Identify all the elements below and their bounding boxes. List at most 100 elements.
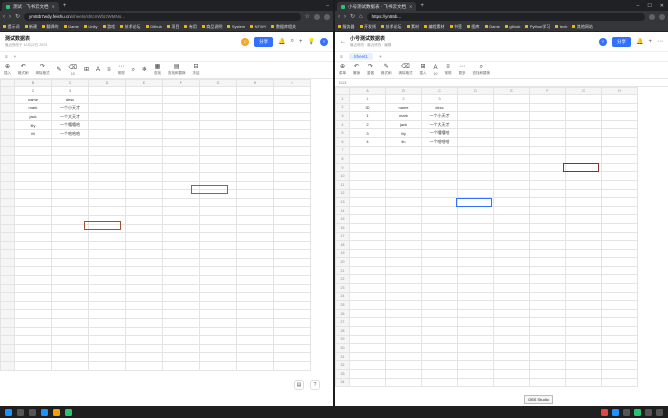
grid-cell[interactable] bbox=[349, 248, 386, 259]
grid-cell[interactable] bbox=[125, 111, 163, 122]
grid-cell[interactable] bbox=[349, 317, 386, 328]
toolbar-button[interactable]: ✎ 格式刷 bbox=[381, 64, 392, 76]
row-header[interactable]: 14 bbox=[335, 205, 350, 216]
grid-cell[interactable]: lin bbox=[385, 136, 422, 147]
grid-cell[interactable] bbox=[601, 291, 638, 302]
grid-cell[interactable] bbox=[199, 249, 237, 259]
grid-cell[interactable] bbox=[601, 162, 638, 173]
grid-cell[interactable] bbox=[457, 317, 494, 328]
grid-cell[interactable] bbox=[565, 308, 602, 319]
grid-cell[interactable] bbox=[529, 222, 566, 233]
share-button[interactable]: 分享 bbox=[612, 36, 631, 47]
task-view-icon[interactable] bbox=[29, 408, 36, 416]
grid-cell[interactable] bbox=[349, 171, 386, 181]
grid-cell[interactable] bbox=[529, 291, 566, 302]
grid-cell[interactable] bbox=[14, 283, 52, 294]
bookmark-item[interactable]: 编程素材 bbox=[424, 24, 445, 30]
grid-cell[interactable] bbox=[199, 128, 237, 139]
grid-cell[interactable] bbox=[493, 197, 530, 207]
grid-cell[interactable] bbox=[493, 205, 530, 216]
grid-cell[interactable] bbox=[125, 292, 163, 302]
grid-cell[interactable] bbox=[457, 111, 494, 121]
row-header[interactable]: 6 bbox=[335, 136, 350, 147]
grid-cell[interactable] bbox=[51, 283, 89, 294]
user-avatar[interactable]: Y bbox=[320, 37, 328, 46]
grid-cell[interactable] bbox=[273, 111, 311, 122]
grid-cell[interactable] bbox=[421, 179, 458, 190]
grid-cell[interactable] bbox=[236, 283, 274, 294]
grid-cell[interactable] bbox=[199, 326, 237, 337]
row-header[interactable] bbox=[0, 326, 15, 337]
grid-cell[interactable] bbox=[273, 223, 311, 234]
bookmark-item[interactable]: 开发线 bbox=[360, 24, 376, 30]
grid-cell[interactable] bbox=[385, 171, 422, 181]
grid-cell[interactable]: name bbox=[385, 102, 422, 113]
sheet-list-icon[interactable]: ≡ bbox=[340, 54, 343, 59]
column-header[interactable]: G bbox=[199, 79, 237, 87]
grid-cell[interactable] bbox=[421, 334, 458, 345]
grid-cell[interactable] bbox=[565, 343, 602, 353]
grid-cell[interactable] bbox=[273, 163, 311, 173]
grid-cell[interactable] bbox=[162, 154, 200, 165]
app-icon[interactable] bbox=[634, 408, 641, 416]
grid-cell[interactable] bbox=[14, 309, 52, 320]
grid-cell[interactable] bbox=[199, 197, 237, 208]
grid-cell[interactable] bbox=[199, 361, 237, 371]
grid-cell[interactable] bbox=[565, 119, 602, 130]
toolbar-button[interactable]: ≡ bbox=[107, 67, 111, 74]
grid-cell[interactable] bbox=[14, 266, 52, 277]
grid-cell[interactable] bbox=[14, 189, 52, 199]
close-tab-icon[interactable]: ✕ bbox=[52, 4, 55, 9]
grid-cell[interactable] bbox=[421, 308, 458, 319]
grid-cell[interactable] bbox=[385, 291, 422, 302]
grid-cell[interactable] bbox=[385, 317, 422, 328]
grid-cell[interactable] bbox=[421, 231, 458, 242]
toolbar-button[interactable]: ▦ 查找 bbox=[154, 64, 161, 76]
grid-cell[interactable] bbox=[51, 232, 89, 242]
grid-cell[interactable] bbox=[88, 249, 126, 259]
grid-cell[interactable] bbox=[199, 146, 237, 156]
row-header[interactable]: 12 bbox=[335, 188, 350, 199]
grid-cell[interactable] bbox=[565, 214, 602, 224]
left-active-tab[interactable]: 测试 · 飞书云文档 ✕ bbox=[2, 2, 59, 11]
grid-cell[interactable] bbox=[421, 248, 458, 259]
grid-cell[interactable] bbox=[457, 369, 494, 379]
grid-cell[interactable] bbox=[493, 128, 530, 138]
grid-cell[interactable] bbox=[457, 257, 494, 267]
grid-cell[interactable] bbox=[421, 274, 458, 285]
edge-icon[interactable] bbox=[41, 408, 48, 416]
column-header[interactable]: E bbox=[493, 87, 530, 95]
formula-bar[interactable]: D13 bbox=[335, 79, 668, 87]
grid-cell[interactable] bbox=[162, 223, 200, 234]
grid-cell[interactable] bbox=[51, 266, 89, 277]
row-header[interactable]: 23 bbox=[335, 283, 350, 293]
close-tab-icon[interactable]: ✕ bbox=[409, 4, 412, 9]
grid-cell[interactable] bbox=[273, 197, 311, 208]
grid-cell[interactable] bbox=[88, 361, 126, 371]
row-header[interactable]: 8 bbox=[335, 154, 350, 164]
grid-cell[interactable] bbox=[199, 343, 237, 354]
grid-cell[interactable] bbox=[457, 343, 494, 353]
row-header[interactable]: 17 bbox=[335, 231, 350, 242]
row-header[interactable] bbox=[0, 361, 15, 371]
grid-cell[interactable] bbox=[162, 137, 200, 148]
grid-cell[interactable] bbox=[236, 249, 274, 259]
row-header[interactable]: 4 bbox=[335, 119, 350, 130]
bookmark-item[interactable]: System bbox=[227, 24, 245, 29]
row-header[interactable]: 11 bbox=[335, 179, 350, 190]
grid-cell[interactable] bbox=[273, 137, 311, 148]
grid-cell[interactable] bbox=[349, 377, 386, 388]
grid-cell[interactable] bbox=[421, 291, 458, 302]
grid-cell[interactable] bbox=[88, 283, 126, 294]
grid-cell[interactable] bbox=[125, 223, 163, 234]
grid-cell[interactable] bbox=[162, 206, 200, 216]
grid-cell[interactable] bbox=[51, 309, 89, 320]
grid-cell[interactable] bbox=[51, 137, 89, 148]
grid-cell[interactable] bbox=[601, 326, 638, 336]
grid-cell[interactable]: lili bbox=[14, 128, 52, 139]
grid-corner[interactable] bbox=[335, 87, 350, 95]
grid-cell[interactable] bbox=[349, 197, 386, 207]
grid-cell[interactable] bbox=[601, 205, 638, 216]
grid-cell[interactable] bbox=[385, 257, 422, 267]
grid-cell[interactable] bbox=[457, 291, 494, 302]
